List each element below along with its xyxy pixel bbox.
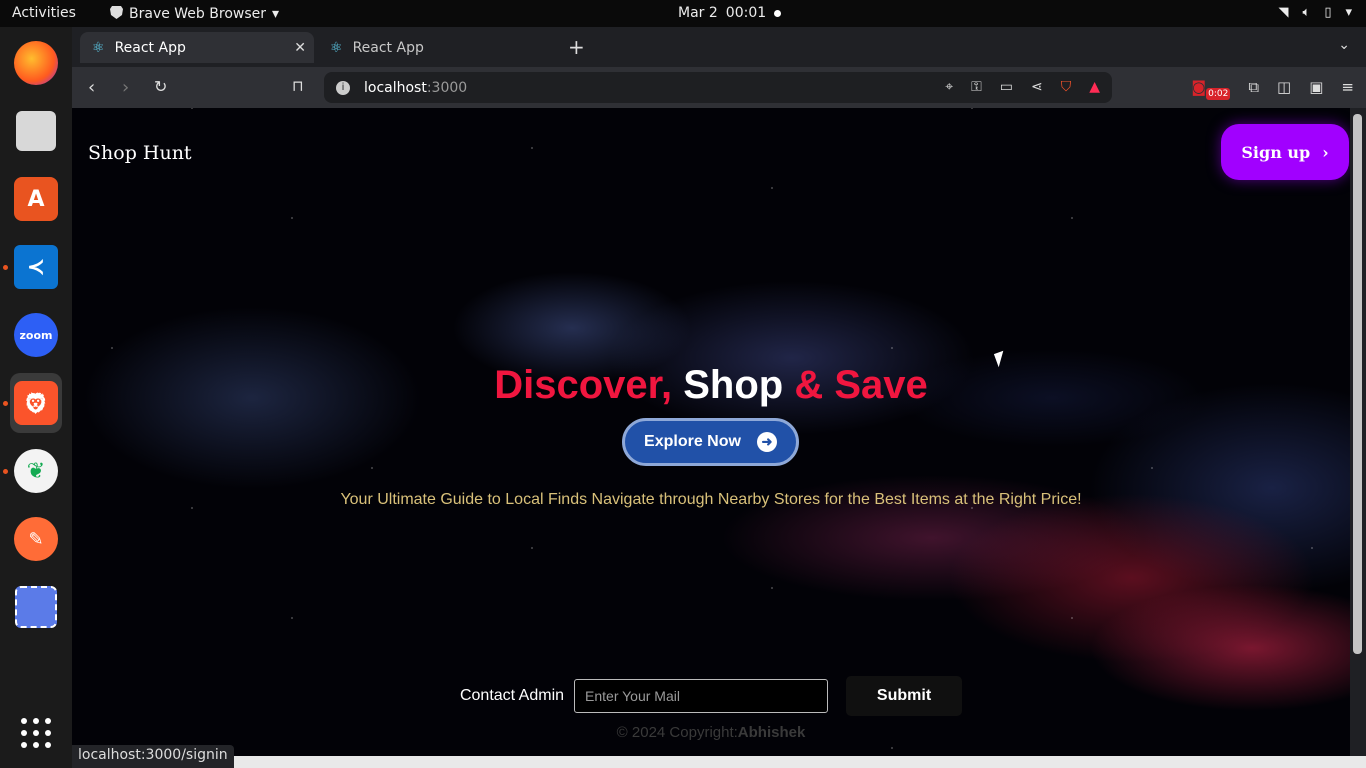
clock[interactable]: Mar 2 00:01 — [678, 5, 782, 21]
hero-heading: Discover, Shop & Save — [72, 363, 1350, 408]
brave-icon: 🦁︎ — [14, 381, 58, 425]
dock-screenshot[interactable] — [10, 581, 62, 633]
files-icon — [16, 111, 56, 151]
horizontal-scrollbar[interactable] — [72, 756, 1366, 768]
volume-icon: 🔈︎ — [1302, 5, 1311, 20]
vertical-scrollbar[interactable] — [1350, 108, 1366, 756]
toolbar-right-icons: ◙ 0:02 ⧉ ◫ ▣ ≡ — [1192, 78, 1354, 100]
back-button[interactable]: ‹ — [88, 77, 95, 98]
app-menu[interactable]: Brave Web Browser ▾ — [110, 5, 279, 23]
tab-strip: ⚛ React App ✕ ⚛ React App + ⌄ — [72, 27, 1366, 67]
system-tray[interactable]: ◥ 🔈︎ ▯ ▾ — [1279, 5, 1353, 20]
react-logo-icon: ⚛ — [92, 39, 105, 56]
dock-postman[interactable]: ✎ — [10, 513, 62, 565]
sidebar-icon[interactable]: ◫ — [1277, 78, 1291, 96]
dock-brave[interactable]: 🦁︎ — [10, 373, 62, 433]
signup-button[interactable]: Sign up › — [1221, 124, 1349, 180]
tab-label: React App — [352, 39, 424, 56]
chevron-down-icon: ▾ — [272, 6, 280, 22]
running-indicator — [3, 469, 8, 474]
menu-icon[interactable]: ≡ — [1341, 78, 1354, 96]
wallet-icon[interactable]: ▣ — [1309, 78, 1323, 96]
tab-react-app[interactable]: ⚛ React App — [318, 32, 552, 63]
scrollbar-thumb[interactable] — [1353, 114, 1362, 654]
address-bar-icons: ⌖ ⚿ ▭ ⋖ ⛉ ▲ — [945, 79, 1100, 95]
url-port: :3000 — [426, 79, 468, 96]
brave-shields-icon[interactable]: ⛉ — [1061, 79, 1072, 95]
share-icon[interactable]: ⋖ — [1031, 79, 1043, 95]
screenshot-icon — [15, 586, 57, 628]
vscode-icon: ≺ — [14, 245, 58, 289]
hero-shop: Shop — [683, 363, 784, 407]
browser-toolbar: ‹ › ↻ ⊓ i localhost:3000 ⌖ ⚿ ▭ ⋖ ⛉ ▲ ◙ 0:… — [72, 67, 1366, 108]
contact-admin-label: Contact Admin — [459, 687, 565, 704]
dock-mongodb-compass[interactable]: ❦ — [10, 445, 62, 497]
recording-icon[interactable]: ◙ 0:02 — [1192, 78, 1231, 100]
submit-button[interactable]: Submit — [846, 676, 963, 716]
clock-date: Mar 2 — [678, 5, 718, 21]
cast-icon[interactable]: ▭ — [1000, 79, 1013, 95]
location-pin-icon[interactable]: ⌖ — [945, 79, 953, 95]
dock-files[interactable] — [10, 105, 62, 157]
app-menu-label: Brave Web Browser — [129, 6, 266, 22]
site-navbar: Shop Hunt Sign up › — [72, 108, 1350, 198]
dock-zoom[interactable]: zoom — [10, 309, 62, 361]
hero-tagline: Your Ultimate Guide to Local Finds Navig… — [340, 491, 1082, 508]
brave-rewards-icon[interactable]: ▲ — [1089, 79, 1100, 95]
site-info-icon[interactable]: i — [336, 80, 350, 95]
key-icon[interactable]: ⚿ — [971, 79, 982, 95]
clock-time: 00:01 — [725, 5, 767, 21]
wifi-icon: ◥ — [1278, 5, 1289, 20]
react-logo-icon: ⚛ — [330, 39, 343, 56]
explore-label: Explore Now — [644, 433, 741, 450]
explore-now-button[interactable]: Explore Now ➜ — [622, 418, 799, 466]
dock: A ≺ zoom 🦁︎ ❦ ✎ — [0, 27, 72, 768]
site-brand[interactable]: Shop Hunt — [88, 142, 192, 164]
address-bar[interactable]: i localhost:3000 ⌖ ⚿ ▭ ⋖ ⛉ ▲ — [324, 72, 1112, 103]
hero-discover: Discover, — [494, 363, 684, 407]
signup-label: Sign up — [1241, 142, 1311, 162]
battery-icon: ▯ — [1324, 5, 1332, 20]
bookmark-icon[interactable]: ⊓ — [292, 77, 304, 95]
zoom-icon: zoom — [14, 313, 58, 357]
contact-admin-form: Contact Admin Enter Your Mail Submit — [72, 666, 1350, 726]
extensions-icon[interactable]: ⧉ — [1248, 78, 1259, 96]
hero-save: & Save — [783, 363, 928, 407]
tab-react-app-active[interactable]: ⚛ React App ✕ — [80, 32, 314, 63]
activities-button[interactable]: Activities — [12, 5, 76, 21]
system-top-bar: Activities Brave Web Browser ▾ Mar 2 00:… — [0, 0, 1366, 27]
arrow-right-circle-icon: ➜ — [756, 432, 777, 452]
apps-grid-icon — [21, 718, 51, 748]
url-host: localhost — [364, 79, 427, 96]
chevron-down-icon: ▾ — [1345, 5, 1352, 20]
running-indicator — [3, 265, 8, 270]
app-center-icon: A — [14, 177, 58, 221]
firefox-icon — [14, 41, 58, 85]
mongodb-leaf-icon: ❦ — [14, 449, 58, 493]
dock-firefox[interactable] — [10, 37, 62, 89]
new-tab-button[interactable]: + — [568, 35, 585, 59]
running-indicator — [3, 401, 8, 406]
browser-window: ⚛ React App ✕ ⚛ React App + ⌄ ‹ › ↻ ⊓ i … — [72, 27, 1366, 768]
brave-lion-icon — [110, 5, 123, 23]
email-placeholder: Enter Your Mail — [585, 688, 680, 704]
web-page: Shop Hunt Sign up › Discover, Shop & Sav… — [72, 108, 1350, 756]
close-tab-icon[interactable]: ✕ — [294, 40, 306, 56]
copyright-text: © 2024 Copyright: — [616, 724, 738, 741]
copyright-footer: © 2024 Copyright:Abhishek — [72, 724, 1350, 741]
chevron-right-icon: › — [1322, 142, 1329, 162]
status-bar-url: localhost:3000/signin — [72, 745, 234, 768]
postman-icon: ✎ — [14, 517, 58, 561]
tab-label: React App — [114, 39, 186, 56]
copyright-author-link[interactable]: Abhishek — [738, 724, 806, 741]
email-field[interactable]: Enter Your Mail — [574, 679, 829, 713]
recording-timer: 0:02 — [1206, 88, 1231, 100]
tab-list-chevron-icon[interactable]: ⌄ — [1338, 37, 1350, 53]
notification-dot-icon — [774, 9, 782, 17]
show-apps-button[interactable] — [10, 707, 62, 759]
dock-vscode[interactable]: ≺ — [10, 241, 62, 293]
forward-button[interactable]: › — [122, 77, 129, 98]
reload-button[interactable]: ↻ — [154, 77, 167, 96]
dock-app-center[interactable]: A — [10, 173, 62, 225]
